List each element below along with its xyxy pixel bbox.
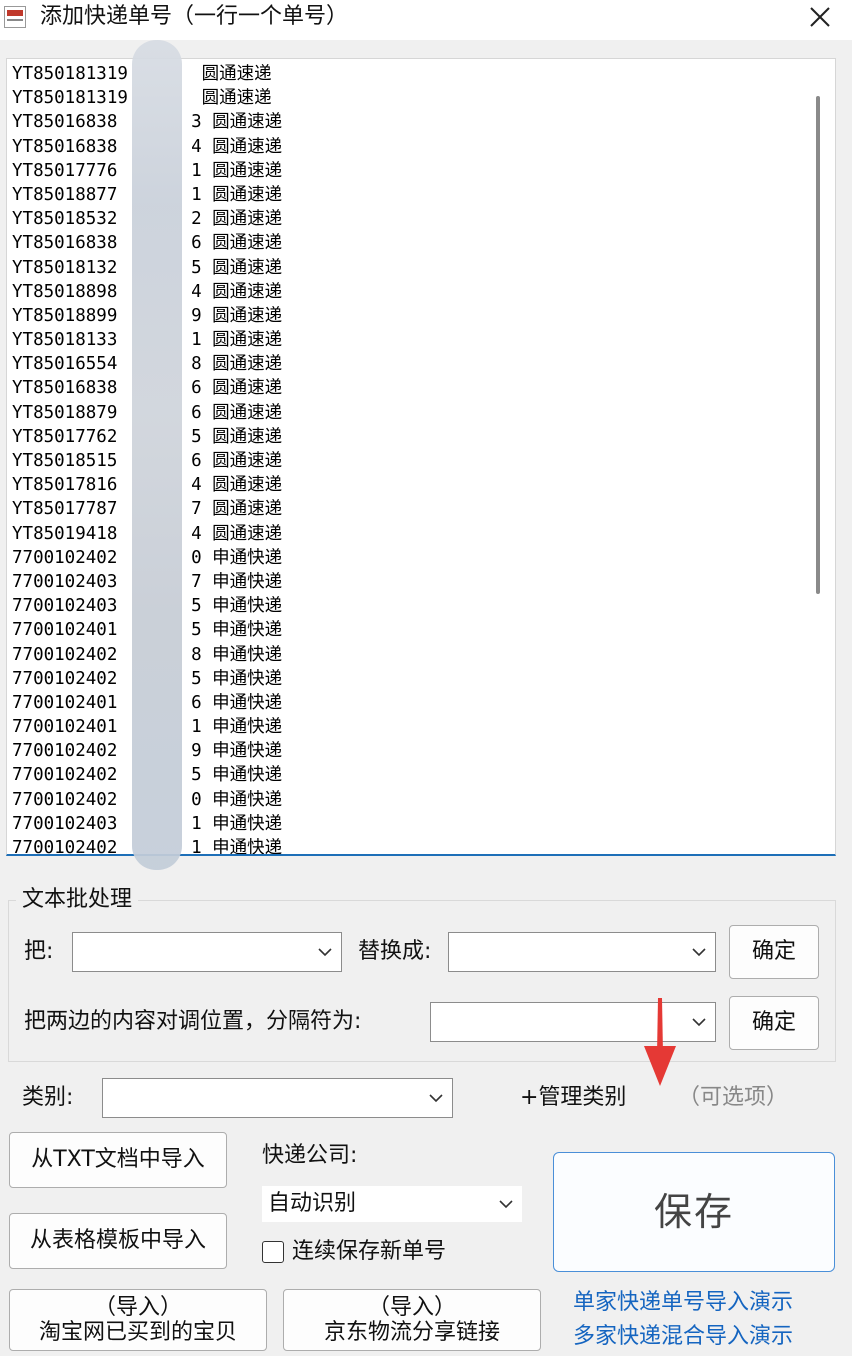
courier-combobox[interactable]: 自动识别 [262,1186,522,1222]
chevron-down-icon [692,1018,706,1027]
courier-selected-value: 自动识别 [268,1191,357,1216]
confirm-replace-button[interactable]: 确定 [729,925,819,979]
close-button[interactable] [796,0,844,34]
chevron-down-icon [429,1094,443,1103]
import-taobao-button[interactable]: （导入） 淘宝网已买到的宝贝 [9,1289,267,1351]
import-template-button[interactable]: 从表格模板中导入 [9,1213,227,1269]
chevron-down-icon [499,1200,513,1209]
import-jd-button[interactable]: （导入） 京东物流分享链接 [283,1289,541,1351]
replace-from-combobox[interactable] [72,932,342,972]
optional-hint: （可选项） [678,1085,789,1110]
chevron-down-icon [318,948,332,957]
swap-label: 把两边的内容对调位置，分隔符为: [24,1009,362,1034]
taobao-button-line2: 淘宝网已买到的宝贝 [38,1320,237,1345]
replace-from-label: 把: [24,939,54,964]
manage-category-link[interactable]: +管理类别 [520,1084,626,1112]
jd-button-line1: （导入） [367,1295,456,1320]
tracking-number-textarea[interactable]: YT850181319 圆通速递 YT850181319 圆通速递 YT850168… [6,58,836,856]
multi-courier-demo-link[interactable]: 多家快递混合导入演示 [573,1322,793,1352]
continuous-save-label: 连续保存新单号 [292,1239,447,1264]
category-combobox[interactable] [102,1078,453,1118]
title-bar: 添加快递单号（一行一个单号） [0,0,852,40]
red-arrow-annotation [644,998,676,1086]
app-icon [4,6,26,28]
jd-button-line2: 京东物流分享链接 [323,1320,500,1345]
taobao-button-line1: （导入） [93,1295,182,1320]
batch-group-title: 文本批处理 [16,884,139,916]
import-txt-button[interactable]: 从TXT文档中导入 [9,1132,227,1188]
single-courier-demo-link[interactable]: 单家快递单号导入演示 [573,1288,793,1318]
close-icon [810,7,830,27]
window-title: 添加快递单号（一行一个单号） [40,4,349,29]
save-button[interactable]: 保存 [553,1152,835,1272]
chevron-down-icon [692,948,706,957]
category-label: 类别: [22,1085,74,1110]
continuous-save-checkbox[interactable] [262,1241,284,1263]
confirm-swap-button[interactable]: 确定 [729,996,819,1050]
courier-label: 快递公司: [262,1143,358,1168]
replace-to-label: 替换成: [358,939,432,964]
textarea-scrollbar[interactable] [816,96,820,594]
replace-to-combobox[interactable] [448,932,716,972]
privacy-blur-overlay [132,40,182,870]
